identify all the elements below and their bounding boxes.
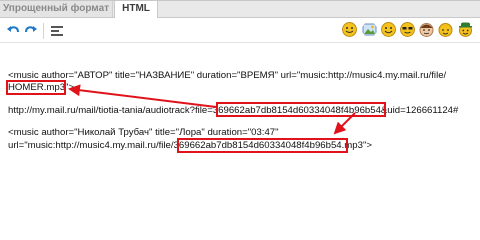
format-icon[interactable] — [50, 24, 64, 38]
emoticon-icon[interactable] — [342, 22, 357, 37]
smile-cool-icon[interactable] — [400, 22, 415, 37]
html-editor-area[interactable]: <music author="АВТОР" title="НАЗВАНИЕ" d… — [0, 43, 480, 209]
redo-icon[interactable] — [24, 24, 38, 38]
toolbar — [0, 18, 480, 43]
smile-icon[interactable] — [381, 22, 396, 37]
smile-user-icon[interactable] — [419, 22, 434, 37]
tab-bar: Упрощенный формат HTML — [0, 1, 480, 18]
toolbar-separator — [43, 23, 44, 39]
smile-girl-icon[interactable] — [438, 22, 453, 37]
tab-simple-format[interactable]: Упрощенный формат — [0, 1, 113, 17]
undo-icon[interactable] — [6, 24, 20, 38]
editor-window: Упрощенный формат HTML <music author="АВ… — [0, 0, 480, 209]
smile-hat-icon[interactable] — [458, 22, 473, 37]
tab-html[interactable]: HTML — [114, 1, 158, 18]
code-line-4: <music author="Николай Трубач" title="Ло… — [8, 127, 279, 138]
image-icon[interactable] — [362, 22, 377, 37]
highlight-file-id-audiotrack — [216, 102, 386, 117]
highlight-file-id-music — [177, 138, 348, 153]
highlight-homer-mp3 — [6, 80, 66, 95]
code-line-1: <music author="АВТОР" title="НАЗВАНИЕ" d… — [8, 70, 447, 81]
